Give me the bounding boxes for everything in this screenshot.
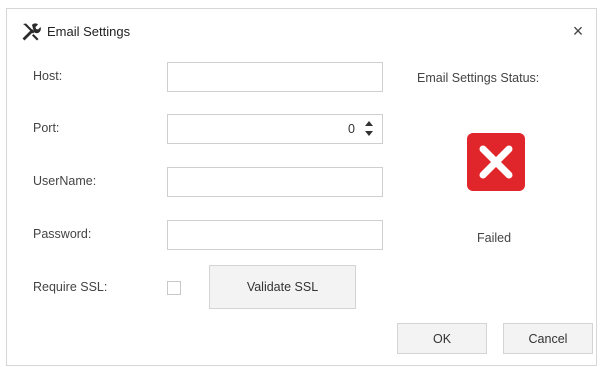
ok-label: OK [432, 331, 452, 346]
ok-button[interactable]: OK [397, 323, 487, 354]
email-settings-dialog: Email Settings × Host: Port: 0 UserName:… [6, 8, 597, 366]
title-bar: Email Settings × [7, 9, 596, 53]
cancel-button[interactable]: Cancel [503, 323, 593, 354]
dialog-title: Email Settings [47, 24, 131, 39]
username-input[interactable] [168, 168, 382, 196]
require-ssl-checkbox[interactable] [167, 281, 181, 295]
validate-ssl-label: Validate SSL [246, 280, 319, 294]
validate-ssl-button[interactable]: Validate SSL [209, 265, 356, 309]
increment-icon[interactable] [365, 121, 373, 126]
status-text: Failed [477, 231, 512, 245]
require-ssl-label: Require SSL: [33, 280, 108, 294]
cancel-label: Cancel [528, 331, 568, 346]
decrement-icon[interactable] [365, 131, 373, 136]
password-input[interactable] [168, 221, 382, 249]
username-label: UserName: [33, 174, 97, 188]
password-label: Password: [33, 227, 92, 241]
host-input[interactable] [168, 63, 382, 91]
username-field[interactable] [167, 167, 383, 197]
port-label: Port: [33, 121, 60, 135]
close-icon[interactable]: × [568, 21, 588, 41]
spin-arrows[interactable] [362, 118, 376, 140]
port-value[interactable]: 0 [348, 122, 355, 136]
host-label: Host: [33, 69, 63, 83]
password-field[interactable] [167, 220, 383, 250]
port-stepper[interactable]: 0 [167, 114, 383, 144]
host-field[interactable] [167, 62, 383, 92]
failed-x-icon [467, 133, 525, 191]
tools-icon [22, 23, 41, 41]
status-heading: Email Settings Status: [417, 71, 540, 85]
